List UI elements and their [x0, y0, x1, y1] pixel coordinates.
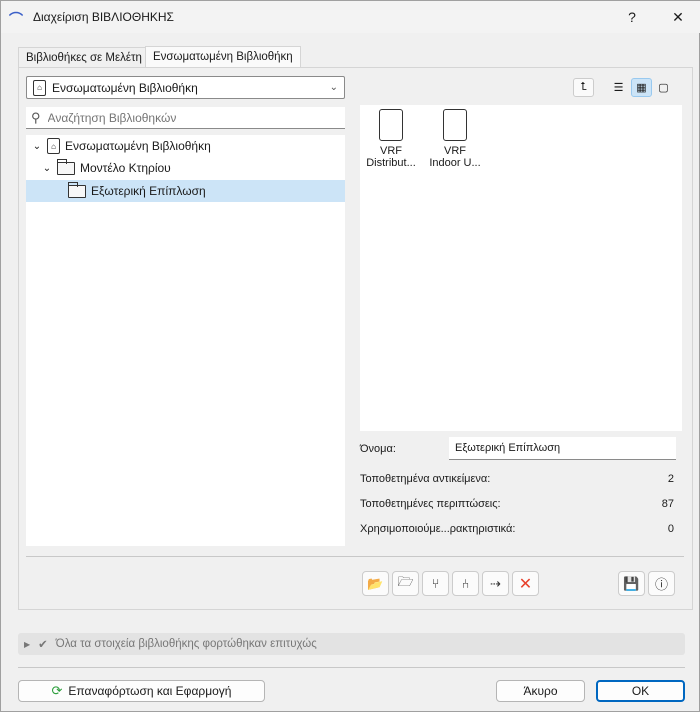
parent-folder-button[interactable]: ⮤ [573, 78, 594, 97]
library-object[interactable]: VRF Distribut... [360, 109, 422, 169]
expand-triangle-icon: ▶ [24, 639, 31, 649]
icon-view-button[interactable]: ▦ [631, 78, 652, 97]
ok-button[interactable]: OK [596, 680, 685, 702]
tree-item-embedded-library[interactable]: ⌄ ⌂ Ενσωματωμένη Βιβλιοθήκη [26, 135, 345, 157]
reload-icon: ⟳ [51, 683, 63, 698]
delete-button[interactable]: ✕ [512, 571, 539, 596]
status-bar[interactable]: ▶ ✔ Όλα τα στοιχεία βιβλιοθήκης φορτώθηκ… [18, 633, 685, 655]
library-icon: ⌂ [47, 138, 60, 154]
search-icon: ⚲ [31, 109, 41, 125]
duplicate-object-button[interactable]: ⑃ [452, 571, 479, 596]
placed-objects-label: Τοποθετημένα αντικείμενα: [360, 473, 491, 485]
window-title: Διαχείριση ΒΙΒΛΙΟΘΗΚΗΣ [33, 10, 174, 24]
tree-item-label: Ενσωματωμένη Βιβλιοθήκη [65, 139, 211, 153]
save-button[interactable]: 💾 [618, 571, 645, 596]
library-tree: ⌄ ⌂ Ενσωματωμένη Βιβλιοθήκη ⌄ Μοντέλο Κτ… [26, 135, 345, 546]
app-logo-icon: ⌒ [9, 11, 23, 27]
chevron-down-icon[interactable]: ⌄ [42, 163, 52, 174]
tab-libraries-in-project[interactable]: Βιβλιοθήκες σε Μελέτη [18, 47, 150, 68]
object-name-line1: VRF [444, 145, 466, 157]
tree-item-label: Εξωτερική Επίπλωση [91, 184, 206, 198]
object-name-line2: Indoor U... [429, 157, 481, 169]
list-view-button[interactable]: ☰ [608, 78, 629, 97]
placed-instances-value: 87 [661, 498, 674, 510]
search-box: ⚲ [26, 107, 345, 129]
close-button[interactable]: ✕ [655, 1, 700, 33]
cancel-button[interactable]: Άκυρο [496, 680, 585, 702]
tree-item-label: Μοντέλο Κτηρίου [80, 161, 171, 175]
chair-object-icon [379, 109, 403, 141]
preview-view-button[interactable]: ▢ [653, 78, 674, 97]
object-name-line1: VRF [380, 145, 402, 157]
name-label: Όνομα: [360, 443, 396, 455]
library-dropdown[interactable]: ⌂ Ενσωματωμένη Βιβλιοθήκη ⌄ [26, 76, 345, 99]
dropdown-value: Ενσωματωμένη Βιβλιοθήκη [52, 80, 198, 95]
library-icon: ⌂ [33, 79, 46, 96]
tree-item-building-model[interactable]: ⌄ Μοντέλο Κτηρίου [26, 157, 345, 179]
move-object-button[interactable]: ⇢ [482, 571, 509, 596]
tab-embedded-library[interactable]: Ενσωματωμένη Βιβλιοθήκη [145, 46, 301, 68]
placed-objects-value: 2 [667, 473, 674, 485]
dialog-window: ⌒ Διαχείριση ΒΙΒΛΙΟΘΗΚΗΣ ? ✕ Βιβλιοθήκες… [0, 0, 700, 712]
divider [26, 556, 684, 557]
chair-object-icon [443, 109, 467, 141]
reload-label: Επαναφόρτωση και Εφαρμογή [68, 684, 232, 698]
library-object[interactable]: VRF Indoor U... [424, 109, 486, 169]
import-object-button[interactable]: ⑂ [422, 571, 449, 596]
status-text: Όλα τα στοιχεία βιβλιοθήκης φορτώθηκαν ε… [55, 638, 317, 650]
chevron-down-icon: ⌄ [329, 82, 338, 93]
info-button[interactable]: ⓘ [648, 571, 675, 596]
used-attributes-value: 0 [667, 523, 674, 535]
folder-icon [68, 181, 86, 198]
help-button[interactable]: ? [609, 1, 655, 33]
search-input[interactable] [45, 109, 326, 126]
objects-panel: VRF Distribut... VRF Indoor U... [360, 105, 682, 431]
checkmark-icon: ✔ [38, 639, 48, 651]
used-attributes-label: Χρησιμοποιούμε...ρακτηριστικά: [360, 523, 516, 535]
divider [18, 667, 685, 668]
chevron-down-icon[interactable]: ⌄ [32, 141, 42, 152]
tree-item-exterior-furniture[interactable]: Εξωτερική Επίπλωση [26, 180, 345, 202]
new-folder-button[interactable]: 📂 [362, 571, 389, 596]
folder-icon [57, 158, 75, 175]
import-folder-button[interactable]: 🗁 [392, 571, 419, 596]
name-field[interactable]: Εξωτερική Επίπλωση [449, 437, 676, 460]
placed-instances-label: Τοποθετημένες περιπτώσεις: [360, 498, 501, 510]
object-name-line2: Distribut... [366, 157, 416, 169]
reload-and-apply-button[interactable]: ⟳ Επαναφόρτωση και Εφαρμογή [18, 680, 265, 702]
